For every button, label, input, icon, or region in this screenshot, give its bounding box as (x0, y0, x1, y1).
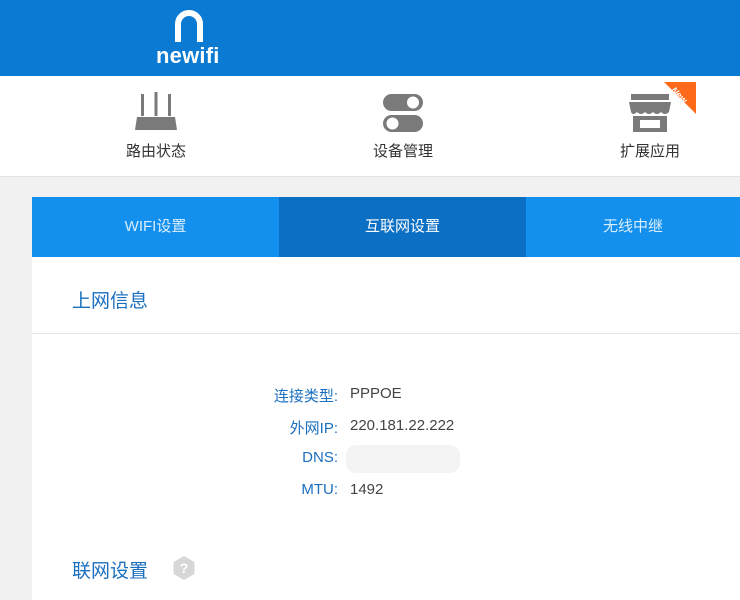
info-value: PPPOE (350, 385, 402, 402)
info-row-connection-type: 连接类型: PPPOE (32, 385, 740, 407)
info-value: 220.181.22.222 (350, 417, 455, 434)
toggle-switches-icon (383, 94, 423, 132)
brand-name: newifi (156, 43, 220, 68)
tab-internet-settings[interactable]: 互联网设置 (279, 197, 526, 264)
section-divider (32, 333, 740, 334)
logo-mark-icon (175, 10, 203, 42)
nav-item-router-status[interactable]: 路由状态 (86, 76, 226, 176)
new-badge: New (664, 82, 696, 114)
info-key: MTU: (301, 481, 338, 498)
info-value: 1492 (350, 481, 384, 498)
info-key: 连接类型: (273, 388, 338, 405)
nav-label: 扩展应用 (619, 143, 680, 160)
info-key: DNS: (302, 449, 338, 466)
header-bar: newifi (0, 0, 740, 76)
nav-label: 路由状态 (125, 143, 186, 160)
router-icon (135, 92, 177, 130)
network-settings-title: 联网设置 (72, 561, 149, 582)
info-row-dns: DNS: (32, 449, 740, 471)
info-key: 外网IP: (289, 420, 338, 437)
tab-wifi-settings[interactable]: WIFI设置 (32, 197, 279, 257)
nav-label: 设备管理 (372, 143, 433, 160)
tab-label: 互联网设置 (364, 218, 440, 235)
info-row-mtu: MTU: 1492 (32, 481, 740, 503)
online-info-title: 上网信息 (72, 291, 149, 312)
tab-wireless-repeater[interactable]: 无线中继 (526, 197, 740, 257)
newifi-logo[interactable]: newifi (150, 8, 230, 68)
main-nav: 路由状态 设备管理 New 扩展应用 (0, 76, 740, 177)
settings-tabs: WIFI设置 互联网设置 无线中继 (32, 197, 740, 264)
info-row-wan-ip: 外网IP: 220.181.22.222 (32, 417, 740, 439)
nav-item-extensions[interactable]: New 扩展应用 (580, 76, 720, 176)
svg-text:?: ? (180, 560, 189, 576)
help-question-icon[interactable]: ? (172, 555, 196, 581)
nav-item-device-management[interactable]: 设备管理 (333, 76, 473, 176)
content-card: 上网信息 连接类型: PPPOE 外网IP: 220.181.22.222 DN… (32, 257, 740, 600)
